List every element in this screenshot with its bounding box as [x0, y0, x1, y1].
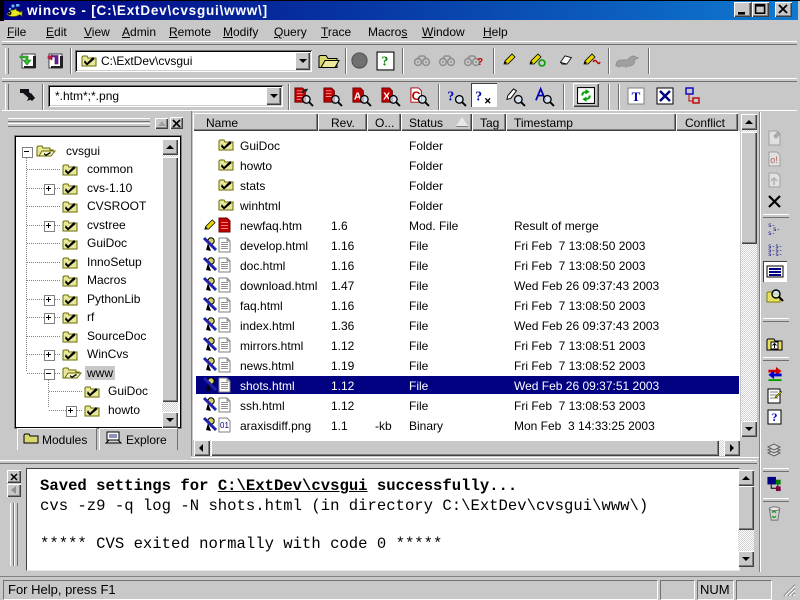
- svg-text:T: T: [632, 89, 641, 104]
- svg-text:01: 01: [220, 421, 229, 430]
- svg-text:o!: o!: [770, 155, 778, 165]
- svg-text:s-s-: s-s-: [768, 251, 782, 258]
- svg-text:?: ?: [447, 88, 454, 103]
- svg-text:?: ?: [382, 54, 389, 69]
- svg-text:?: ?: [772, 410, 778, 424]
- svg-text:s-: s-: [768, 230, 775, 237]
- svg-text:?: ?: [477, 57, 483, 68]
- svg-text:?: ?: [475, 88, 482, 103]
